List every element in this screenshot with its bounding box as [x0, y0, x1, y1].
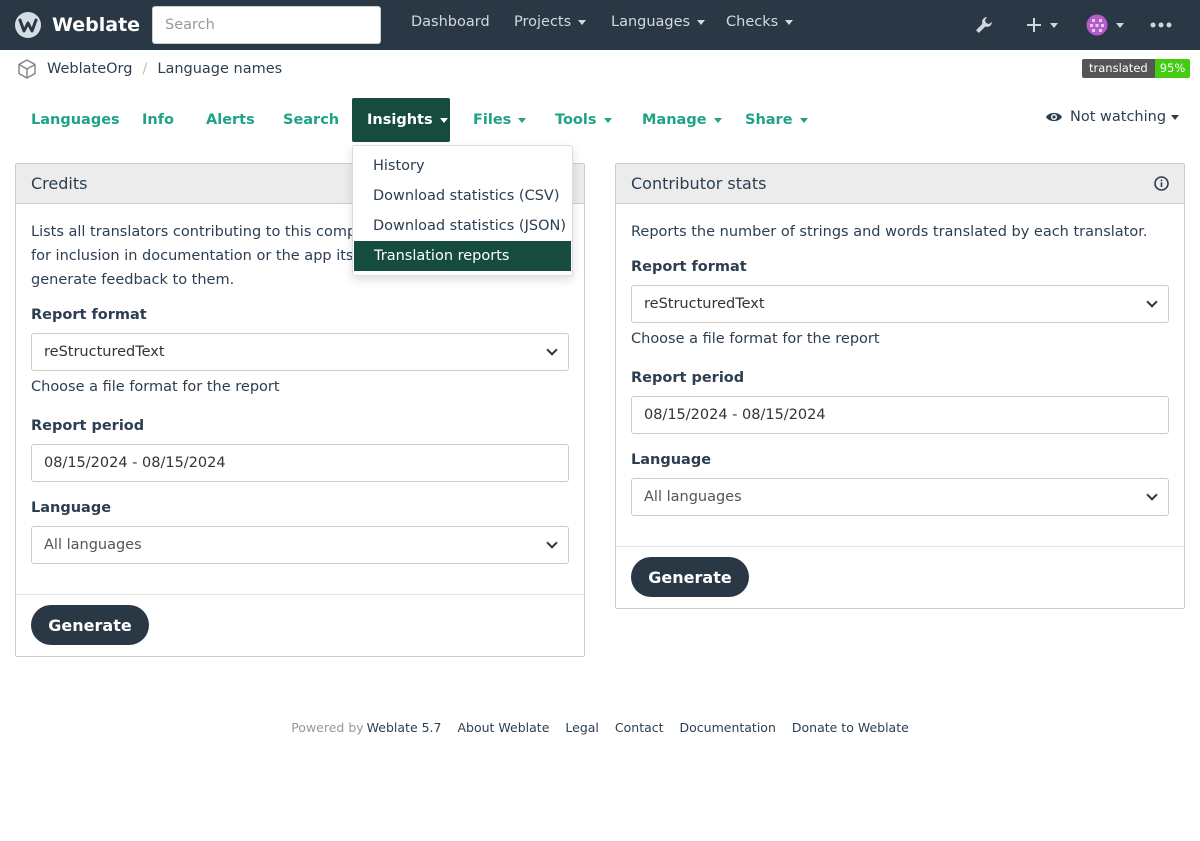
wrench-icon[interactable]	[974, 15, 994, 35]
caret-down-icon	[799, 117, 808, 123]
brand[interactable]: Weblate	[14, 10, 140, 40]
breadcrumb-component[interactable]: Language names	[157, 61, 282, 77]
tab-info[interactable]: Info	[127, 98, 189, 142]
insights-dropdown-menu: History Download statistics (CSV) Downlo…	[352, 145, 573, 276]
tab-manage[interactable]: Manage	[627, 98, 737, 142]
chevron-down-icon	[1146, 296, 1158, 308]
caret-down-icon	[697, 19, 706, 25]
user-menu[interactable]	[1086, 14, 1124, 36]
more-menu-icon[interactable]	[1150, 22, 1172, 28]
menu-item-history[interactable]: History	[353, 151, 572, 181]
search-input[interactable]	[152, 6, 381, 44]
translation-status-badge[interactable]: translated 95%	[1082, 59, 1191, 78]
footer-documentation-link[interactable]: Documentation	[680, 720, 776, 735]
tab-files[interactable]: Files	[458, 98, 541, 142]
contributor-format-label: Report format	[631, 259, 747, 275]
info-icon[interactable]	[1154, 176, 1169, 191]
contributor-format-help: Choose a file format for the report	[631, 331, 880, 347]
contributor-divider	[616, 546, 1184, 547]
tab-alerts[interactable]: Alerts	[191, 98, 270, 142]
weblate-logo-icon	[15, 12, 41, 38]
caret-down-icon	[603, 117, 612, 123]
credits-format-help: Choose a file format for the report	[31, 379, 280, 395]
cube-icon	[18, 59, 36, 79]
contributor-panel-header: Contributor stats	[616, 164, 1184, 204]
footer-donate-link[interactable]: Donate to Weblate	[792, 720, 909, 735]
avatar	[1086, 14, 1108, 36]
chevron-down-icon	[546, 344, 558, 356]
nav-languages[interactable]: Languages	[611, 14, 706, 30]
credits-format-select[interactable]: reStructuredText	[31, 333, 569, 371]
add-menu[interactable]	[1026, 14, 1058, 36]
menu-item-download-csv[interactable]: Download statistics (CSV)	[353, 181, 572, 211]
credits-title: Credits	[31, 174, 88, 193]
caret-down-icon	[713, 117, 722, 123]
nav-dashboard[interactable]: Dashboard	[411, 14, 490, 30]
tab-insights[interactable]: Insights	[352, 98, 450, 142]
caret-down-icon	[518, 117, 527, 123]
badge-label: translated	[1082, 59, 1155, 78]
menu-item-translation-reports[interactable]: Translation reports	[354, 241, 571, 271]
contributor-language-label: Language	[631, 452, 712, 468]
footer-contact-link[interactable]: Contact	[615, 720, 664, 735]
caret-down-icon	[439, 117, 448, 123]
nav-checks[interactable]: Checks	[726, 14, 794, 30]
breadcrumb: WeblateOrg / Language names	[16, 58, 282, 80]
credits-period-input[interactable]: 08/15/2024 - 08/15/2024	[31, 444, 569, 482]
chevron-down-icon	[1146, 489, 1158, 501]
caret-down-icon	[578, 19, 587, 25]
footer-version-link[interactable]: Weblate 5.7	[367, 720, 442, 735]
caret-down-icon	[1116, 22, 1124, 28]
credits-language-select[interactable]: All languages	[31, 526, 569, 564]
plus-icon	[1027, 18, 1041, 32]
contributor-period-input[interactable]: 08/15/2024 - 08/15/2024	[631, 396, 1169, 434]
credits-period-label: Report period	[31, 418, 145, 434]
top-navbar: Weblate Dashboard Projects Languages Che…	[0, 0, 1200, 50]
tab-search[interactable]: Search	[268, 98, 354, 142]
caret-down-icon	[1050, 22, 1058, 28]
eye-icon	[1046, 112, 1062, 122]
contributor-stats-panel: Contributor stats Reports the number of …	[615, 163, 1185, 609]
contributor-period-label: Report period	[631, 370, 745, 386]
footer: Powered by Weblate 5.7 About Weblate Lega…	[0, 720, 1200, 735]
footer-powered-by: Powered by	[291, 720, 364, 735]
contributor-title: Contributor stats	[631, 174, 767, 193]
tab-languages[interactable]: Languages	[16, 98, 135, 142]
credits-generate-button[interactable]: Generate	[31, 605, 149, 645]
credits-language-label: Language	[31, 500, 112, 516]
chevron-down-icon	[546, 537, 558, 549]
contributor-language-select[interactable]: All languages	[631, 478, 1169, 516]
caret-down-icon	[785, 19, 794, 25]
brand-name: Weblate	[52, 14, 141, 36]
badge-value: 95%	[1154, 59, 1191, 78]
contributor-format-select[interactable]: reStructuredText	[631, 285, 1169, 323]
tab-share[interactable]: Share	[730, 98, 823, 142]
credits-format-label: Report format	[31, 307, 147, 323]
breadcrumb-project[interactable]: WeblateOrg	[47, 61, 132, 77]
menu-item-download-json[interactable]: Download statistics (JSON)	[353, 211, 572, 241]
footer-legal-link[interactable]: Legal	[565, 720, 599, 735]
contributor-generate-button[interactable]: Generate	[631, 557, 749, 597]
watch-dropdown[interactable]: Not watching	[1045, 109, 1180, 125]
caret-down-icon	[1171, 114, 1180, 120]
contributor-description: Reports the number of strings and words …	[631, 224, 1148, 240]
breadcrumb-separator: /	[142, 61, 148, 77]
tab-tools[interactable]: Tools	[540, 98, 627, 142]
footer-about-link[interactable]: About Weblate	[457, 720, 549, 735]
nav-projects[interactable]: Projects	[514, 14, 587, 30]
credits-divider	[16, 594, 584, 595]
